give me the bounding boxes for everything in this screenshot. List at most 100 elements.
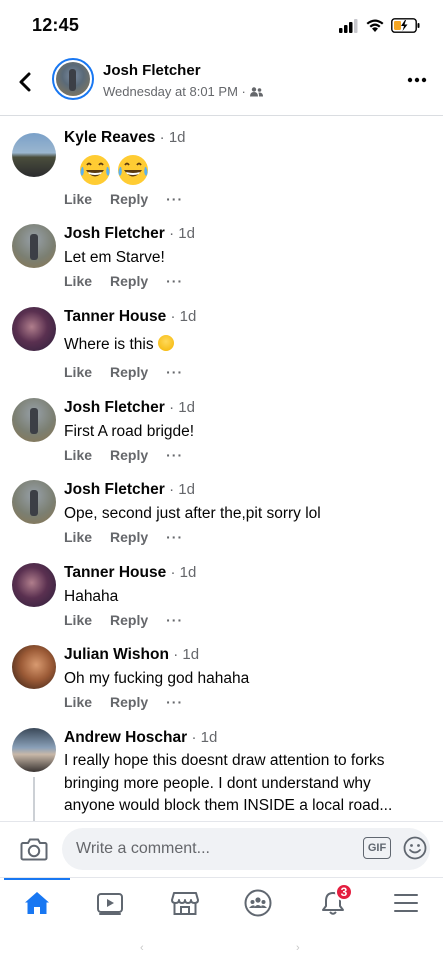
comments-list: Kyle Reaves · 1d Like Reply ··· Josh Fle… xyxy=(0,117,443,821)
comment-more-button[interactable]: ··· xyxy=(166,273,183,289)
person-figure xyxy=(30,408,38,434)
reply-button[interactable]: Reply xyxy=(110,612,148,628)
like-button[interactable]: Like xyxy=(64,612,92,628)
video-play-icon xyxy=(97,893,123,915)
comment-actions: Like Reply ··· xyxy=(64,694,201,710)
bottom-tab-bar: 3 xyxy=(0,877,443,927)
reply-button[interactable]: Reply xyxy=(110,447,148,463)
comment-time: · 1d xyxy=(191,729,218,746)
reply-button[interactable]: Reply xyxy=(110,529,148,545)
tab-home[interactable] xyxy=(17,886,57,920)
reply-button[interactable]: Reply xyxy=(110,694,148,710)
commenter-avatar[interactable] xyxy=(12,728,56,772)
commenter-avatar[interactable] xyxy=(12,133,56,177)
comment-time: · 1d xyxy=(170,308,197,325)
commenter-name-text: Josh Fletcher xyxy=(64,225,165,242)
commenter-name[interactable]: Josh Fletcher · 1d xyxy=(64,399,195,417)
comment-text: Hahaha xyxy=(64,588,119,605)
comment-text: Let em Starve! xyxy=(64,249,165,266)
laughing-emoji-icon xyxy=(157,335,174,351)
signal-icon xyxy=(339,18,358,33)
groups-icon xyxy=(244,889,272,917)
status-time: 12:45 xyxy=(32,15,80,35)
commenter-name[interactable]: Josh Fletcher · 1d xyxy=(64,481,195,499)
comment-more-button[interactable]: ··· xyxy=(166,694,183,710)
commenter-name-text: Kyle Reaves xyxy=(64,129,156,146)
commenter-avatar[interactable] xyxy=(12,563,56,607)
commenter-name[interactable]: Tanner House · 1d xyxy=(64,564,196,582)
active-tab-indicator xyxy=(4,878,70,880)
laughing-emoji-group xyxy=(78,153,150,192)
comment-text: Ope, second just after the,pit sorry lol xyxy=(64,505,321,522)
author-avatar[interactable] xyxy=(52,58,94,100)
commenter-avatar[interactable] xyxy=(12,480,56,524)
camera-button[interactable] xyxy=(20,836,48,862)
friends-privacy-icon xyxy=(249,86,263,96)
commenter-avatar[interactable] xyxy=(12,224,56,268)
tab-notifications[interactable]: 3 xyxy=(313,883,353,920)
commenter-name-text: Josh Fletcher xyxy=(64,481,165,498)
comment-actions: Like Reply ··· xyxy=(64,273,201,289)
commenter-name[interactable]: Andrew Hoschar · 1d xyxy=(64,729,217,747)
comment-more-button[interactable]: ··· xyxy=(166,612,183,628)
comment-more-button[interactable]: ··· xyxy=(166,529,183,545)
home-icon xyxy=(25,892,49,914)
comment-actions: Like Reply ··· xyxy=(64,529,201,545)
gif-button[interactable]: GIF xyxy=(363,837,391,859)
person-figure xyxy=(69,69,76,91)
more-options-button[interactable] xyxy=(405,70,429,90)
notification-badge: 3 xyxy=(335,883,353,901)
comment-text: First A road brigde! xyxy=(64,423,195,440)
comment-time: · 1d xyxy=(170,564,197,581)
comment-actions: Like Reply ··· xyxy=(64,447,201,463)
reply-button[interactable]: Reply xyxy=(110,191,148,207)
commenter-name[interactable]: Kyle Reaves · 1d xyxy=(64,129,186,147)
tab-menu[interactable] xyxy=(386,886,426,920)
like-button[interactable]: Like xyxy=(64,273,92,289)
like-button[interactable]: Like xyxy=(64,529,92,545)
like-button[interactable]: Like xyxy=(64,364,92,380)
post-timestamp: Wednesday at 8:01 PM · xyxy=(103,84,263,99)
like-button[interactable]: Like xyxy=(64,694,92,710)
commenter-name[interactable]: Julian Wishon · 1d xyxy=(64,646,199,664)
battery-charging-icon xyxy=(391,18,420,33)
post-header: Josh Fletcher Wednesday at 8:01 PM · xyxy=(0,52,443,116)
status-bar: 12:45 xyxy=(0,0,443,52)
commenter-name[interactable]: Josh Fletcher · 1d xyxy=(64,225,195,243)
comment-time: · 1d xyxy=(169,481,195,498)
wifi-icon xyxy=(366,19,384,32)
reply-button[interactable]: Reply xyxy=(110,364,148,380)
tab-groups[interactable] xyxy=(238,886,278,920)
comment-time: · 1d xyxy=(173,646,200,663)
comment-time: · 1d xyxy=(159,129,186,146)
commenter-name-text: Andrew Hoschar xyxy=(64,729,188,746)
like-button[interactable]: Like xyxy=(64,447,92,463)
comment-actions: Like Reply ··· xyxy=(64,364,201,380)
comment-more-button[interactable]: ··· xyxy=(166,364,183,380)
author-name[interactable]: Josh Fletcher xyxy=(103,62,201,79)
comment-time: · 1d xyxy=(169,399,195,416)
comment-more-button[interactable]: ··· xyxy=(166,191,183,207)
commenter-avatar[interactable] xyxy=(12,645,56,689)
tab-marketplace[interactable] xyxy=(165,886,205,920)
reply-button[interactable]: Reply xyxy=(110,273,148,289)
comment-text: Oh my fucking god hahaha xyxy=(64,670,250,687)
status-icons xyxy=(339,18,421,33)
comment-more-button[interactable]: ··· xyxy=(166,447,183,463)
like-button[interactable]: Like xyxy=(64,191,92,207)
person-figure xyxy=(30,234,38,260)
tab-watch[interactable] xyxy=(90,886,130,920)
marketplace-store-icon xyxy=(171,892,199,915)
commenter-avatar[interactable] xyxy=(12,307,56,351)
author-photo xyxy=(56,62,90,96)
back-button[interactable] xyxy=(14,68,38,96)
timestamp-text: Wednesday at 8:01 PM · xyxy=(103,84,246,99)
nav-back-arrow[interactable]: ‹ xyxy=(140,942,144,954)
nav-forward-arrow[interactable]: › xyxy=(296,942,300,954)
commenter-name-text: Julian Wishon xyxy=(64,646,169,663)
commenter-avatar[interactable] xyxy=(12,398,56,442)
comment-text: I really hope this doesnt draw attention… xyxy=(64,752,393,814)
commenter-name[interactable]: Tanner House · 1d xyxy=(64,308,196,326)
emoji-button[interactable] xyxy=(403,836,427,860)
reply-thread-line xyxy=(33,777,35,821)
